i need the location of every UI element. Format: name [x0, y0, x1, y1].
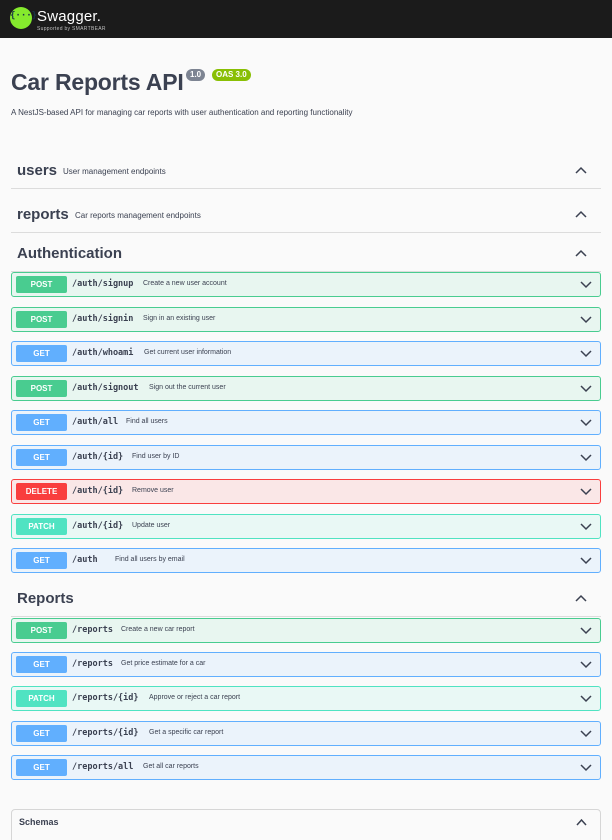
method-badge: GET	[16, 552, 67, 569]
chevron-down-icon[interactable]	[580, 384, 592, 393]
op-path: /reports/all	[72, 762, 134, 772]
api-description: A NestJS-based API for managing car repo…	[11, 108, 353, 117]
op-summary: Get current user information	[144, 349, 232, 356]
chevron-down-icon[interactable]	[580, 280, 592, 289]
op-get-auth-whoami[interactable]: GET /auth/whoami Get current user inform…	[11, 341, 601, 366]
chevron-down-icon[interactable]	[580, 522, 592, 531]
method-badge: GET	[16, 345, 67, 362]
op-summary: Find all users by email	[115, 556, 185, 563]
chevron-down-icon[interactable]	[580, 763, 592, 772]
op-summary: Get a specific car report	[149, 729, 224, 736]
op-summary: Remove user	[132, 487, 174, 494]
method-badge: PATCH	[16, 518, 67, 535]
version-badge: 1.0	[186, 69, 206, 81]
chevron-down-icon[interactable]	[580, 315, 592, 324]
op-path: /reports	[72, 625, 113, 635]
tag-name: Authentication	[17, 245, 122, 262]
method-badge: GET	[16, 414, 67, 431]
op-get-auth[interactable]: GET /auth Find all users by email	[11, 548, 601, 573]
method-badge: GET	[16, 449, 67, 466]
op-post-reports[interactable]: POST /reports Create a new car report	[11, 618, 601, 643]
tag-name: users	[17, 162, 58, 179]
tag-name: Reports	[17, 590, 74, 607]
op-path: /auth/all	[72, 417, 119, 427]
method-badge: POST	[16, 311, 67, 328]
tag-name: reports	[17, 206, 69, 223]
swagger-logo-icon[interactable]: {···}	[10, 7, 38, 29]
chevron-down-icon[interactable]	[580, 556, 592, 565]
op-path: /reports/{id}	[72, 693, 139, 703]
logo-glyph: {···}	[10, 11, 38, 21]
tag-reports-section[interactable]: Reports	[11, 581, 601, 617]
op-path: /auth/{id}	[72, 486, 124, 496]
op-path: /reports/{id}	[72, 728, 139, 738]
chevron-down-icon[interactable]	[580, 349, 592, 358]
op-path: /auth/signup	[72, 279, 134, 289]
chevron-down-icon[interactable]	[580, 660, 592, 669]
op-post-auth-signup[interactable]: POST /auth/signup Create a new user acco…	[11, 272, 601, 297]
op-summary: Get all car reports	[143, 763, 199, 770]
tag-description: Car reports management endpoints	[75, 211, 201, 220]
chevron-up-icon[interactable]	[575, 165, 587, 175]
op-summary: Get price estimate for a car	[121, 660, 206, 667]
oas-badge: OAS 3.0	[212, 69, 251, 81]
schemas-title: Schemas	[19, 817, 59, 827]
method-badge: POST	[16, 622, 67, 639]
method-badge: GET	[16, 656, 67, 673]
op-patch-reports-id[interactable]: PATCH /reports/{id} Approve or reject a …	[11, 686, 601, 711]
tag-reports[interactable]: reports Car reports management endpoints	[11, 197, 601, 233]
method-badge: POST	[16, 380, 67, 397]
chevron-up-icon[interactable]	[575, 593, 587, 603]
chevron-down-icon[interactable]	[580, 626, 592, 635]
op-summary: Sign in an existing user	[143, 315, 216, 322]
chevron-down-icon[interactable]	[580, 418, 592, 427]
op-summary: Find all users	[126, 418, 168, 425]
op-path: /auth/{id}	[72, 521, 124, 531]
api-title: Car Reports API	[11, 69, 184, 95]
op-path: /auth	[72, 555, 98, 565]
tag-description: User management endpoints	[63, 167, 166, 176]
chevron-up-icon[interactable]	[575, 248, 587, 258]
method-badge: GET	[16, 725, 67, 742]
op-post-auth-signin[interactable]: POST /auth/signin Sign in an existing us…	[11, 307, 601, 332]
op-post-auth-signout[interactable]: POST /auth/signout Sign out the current …	[11, 376, 601, 401]
method-badge: PATCH	[16, 690, 67, 707]
schemas-section[interactable]: Schemas	[11, 809, 601, 840]
chevron-down-icon[interactable]	[580, 487, 592, 496]
brand-subtitle: Supported by SMARTBEAR	[37, 26, 106, 32]
method-badge: POST	[16, 276, 67, 293]
op-summary: Create a new user account	[143, 280, 227, 287]
op-summary: Update user	[132, 522, 171, 529]
top-bar: {···} Swagger. Supported by SMARTBEAR	[0, 0, 612, 38]
op-summary: Sign out the current user	[149, 384, 226, 391]
op-get-reports-all[interactable]: GET /reports/all Get all car reports	[11, 755, 601, 780]
op-path: /reports	[72, 659, 113, 669]
op-path: /auth/{id}	[72, 452, 124, 462]
op-delete-auth-id[interactable]: DELETE /auth/{id} Remove user	[11, 479, 601, 504]
op-path: /auth/whoami	[72, 348, 134, 358]
tag-users[interactable]: users User management endpoints	[11, 153, 601, 189]
chevron-down-icon[interactable]	[580, 453, 592, 462]
op-get-auth-id[interactable]: GET /auth/{id} Find user by ID	[11, 445, 601, 470]
op-summary: Find user by ID	[132, 453, 180, 460]
op-path: /auth/signout	[72, 383, 139, 393]
op-summary: Create a new car report	[121, 626, 195, 633]
op-summary: Approve or reject a car report	[149, 694, 241, 701]
op-patch-auth-id[interactable]: PATCH /auth/{id} Update user	[11, 514, 601, 539]
op-get-auth-all[interactable]: GET /auth/all Find all users	[11, 410, 601, 435]
op-path: /auth/signin	[72, 314, 134, 324]
method-badge: DELETE	[16, 483, 67, 500]
chevron-up-icon[interactable]	[576, 818, 587, 827]
chevron-up-icon[interactable]	[575, 209, 587, 219]
chevron-down-icon[interactable]	[580, 694, 592, 703]
op-get-reports-id[interactable]: GET /reports/{id} Get a specific car rep…	[11, 721, 601, 746]
method-badge: GET	[16, 759, 67, 776]
op-get-reports[interactable]: GET /reports Get price estimate for a ca…	[11, 652, 601, 677]
chevron-down-icon[interactable]	[580, 729, 592, 738]
brand-name[interactable]: Swagger.	[37, 8, 101, 25]
tag-authentication[interactable]: Authentication	[11, 236, 601, 272]
